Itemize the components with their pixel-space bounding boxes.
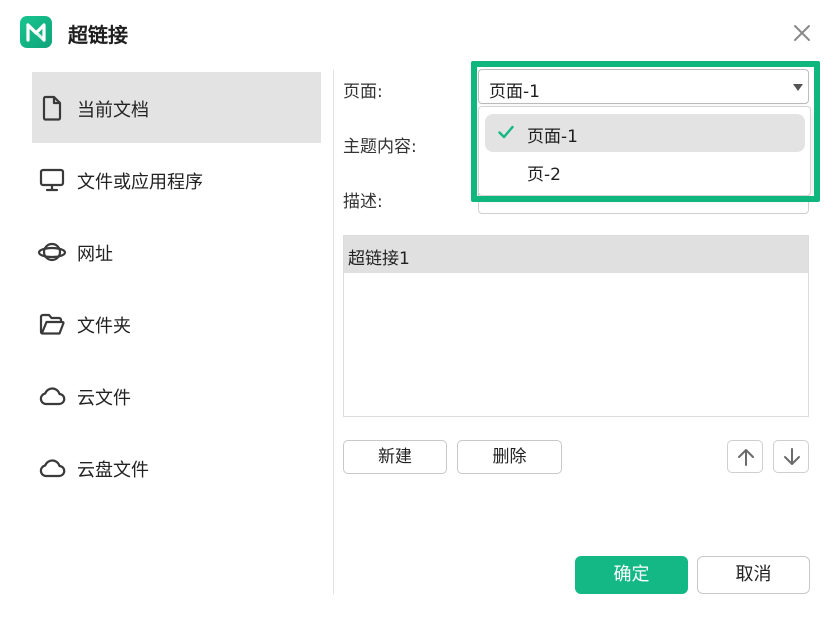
sidebar-item-url[interactable]: 网址: [32, 216, 321, 287]
new-button[interactable]: 新建: [343, 440, 447, 474]
caret-down-icon: [793, 84, 803, 91]
sidebar-item-file-or-app[interactable]: 文件或应用程序: [32, 144, 321, 215]
folder-icon: [39, 313, 65, 335]
page-option-1[interactable]: 页面-1: [485, 114, 805, 152]
topic-label: 主题内容:: [343, 137, 417, 157]
app-logo-icon: [20, 16, 52, 48]
page-select-value: 页面-1: [489, 82, 540, 102]
sidebar-item-current-document[interactable]: 当前文档: [32, 72, 321, 143]
sidebar-item-label: 网址: [77, 244, 113, 265]
sidebar-item-label: 云盘文件: [77, 460, 149, 481]
link-type-sidebar: 当前文档 文件或应用程序 网址 文件夹 云文件 云盘文件: [0, 64, 333, 604]
cloud-icon: [39, 387, 66, 406]
sidebar-item-cloud-drive-file[interactable]: 云盘文件: [32, 432, 321, 503]
page-dropdown-menu: 页面-1 页-2: [478, 106, 811, 196]
sidebar-item-cloud-file[interactable]: 云文件: [32, 360, 321, 431]
page-option-2[interactable]: 页-2: [485, 152, 805, 190]
sidebar-item-folder[interactable]: 文件夹: [32, 288, 321, 359]
hyperlink-list[interactable]: 超链接1: [343, 235, 809, 417]
move-down-button[interactable]: [773, 440, 809, 473]
description-label: 描述:: [343, 192, 383, 212]
vertical-divider: [333, 70, 334, 594]
monitor-icon: [39, 168, 65, 192]
confirm-button[interactable]: 确定: [575, 556, 688, 594]
page-select[interactable]: 页面-1: [478, 69, 809, 104]
arrow-down-icon: [784, 448, 800, 465]
planet-icon: [38, 242, 66, 262]
sidebar-item-label: 文件或应用程序: [77, 172, 203, 193]
page-option-label: 页-2: [527, 165, 561, 185]
cloud-icon: [39, 459, 66, 478]
delete-button[interactable]: 删除: [457, 440, 562, 474]
cancel-button[interactable]: 取消: [697, 556, 810, 594]
document-icon: [42, 95, 62, 121]
sidebar-item-label: 当前文档: [77, 100, 149, 121]
move-up-button[interactable]: [727, 440, 763, 473]
close-icon: [794, 25, 810, 41]
check-icon: [498, 125, 514, 139]
arrow-up-icon: [738, 449, 754, 466]
list-item[interactable]: 超链接1: [344, 236, 808, 273]
page-option-label: 页面-1: [527, 127, 578, 147]
list-item-label: 超链接1: [348, 249, 410, 269]
page-label: 页面:: [343, 82, 383, 102]
sidebar-item-label: 文件夹: [77, 316, 131, 337]
title-bar: 超链接: [0, 0, 840, 64]
close-button[interactable]: [788, 19, 816, 47]
sidebar-item-label: 云文件: [77, 388, 131, 409]
dialog-title: 超链接: [68, 23, 128, 47]
